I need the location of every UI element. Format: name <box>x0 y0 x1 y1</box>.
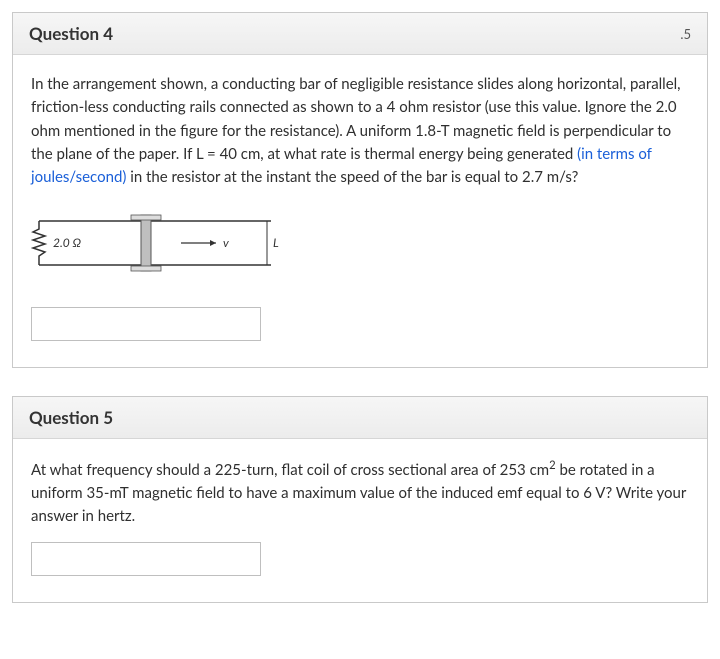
resistor-label: 2.0 Ω <box>53 235 82 250</box>
length-label: L <box>273 235 279 250</box>
answer-input-q5[interactable] <box>31 542 261 576</box>
question-body: In the arrangement shown, a conducting b… <box>13 55 707 367</box>
question-card-4: Question 4 .5 In the arrangement shown, … <box>12 12 708 368</box>
text-segment: in the resistor at the instant the speed… <box>126 168 578 186</box>
text-segment: At what frequency should a 225-turn, fla… <box>31 461 549 479</box>
question-header: Question 5 <box>13 397 707 439</box>
question-text: At what frequency should a 225-turn, fla… <box>31 457 689 529</box>
question-text: In the arrangement shown, a conducting b… <box>31 73 689 189</box>
question-header: Question 4 .5 <box>13 13 707 55</box>
question-card-5: Question 5 At what frequency should a 22… <box>12 396 708 604</box>
answer-input-q4[interactable] <box>31 307 261 341</box>
circuit-svg: 2.0 Ω v L <box>31 207 281 279</box>
circuit-figure: 2.0 Ω v L <box>31 207 689 286</box>
question-body: At what frequency should a 225-turn, fla… <box>13 439 707 603</box>
question-title: Question 5 <box>29 407 113 428</box>
question-title: Question 4 <box>29 23 113 44</box>
velocity-label: v <box>223 235 229 250</box>
question-points: .5 <box>680 26 691 42</box>
